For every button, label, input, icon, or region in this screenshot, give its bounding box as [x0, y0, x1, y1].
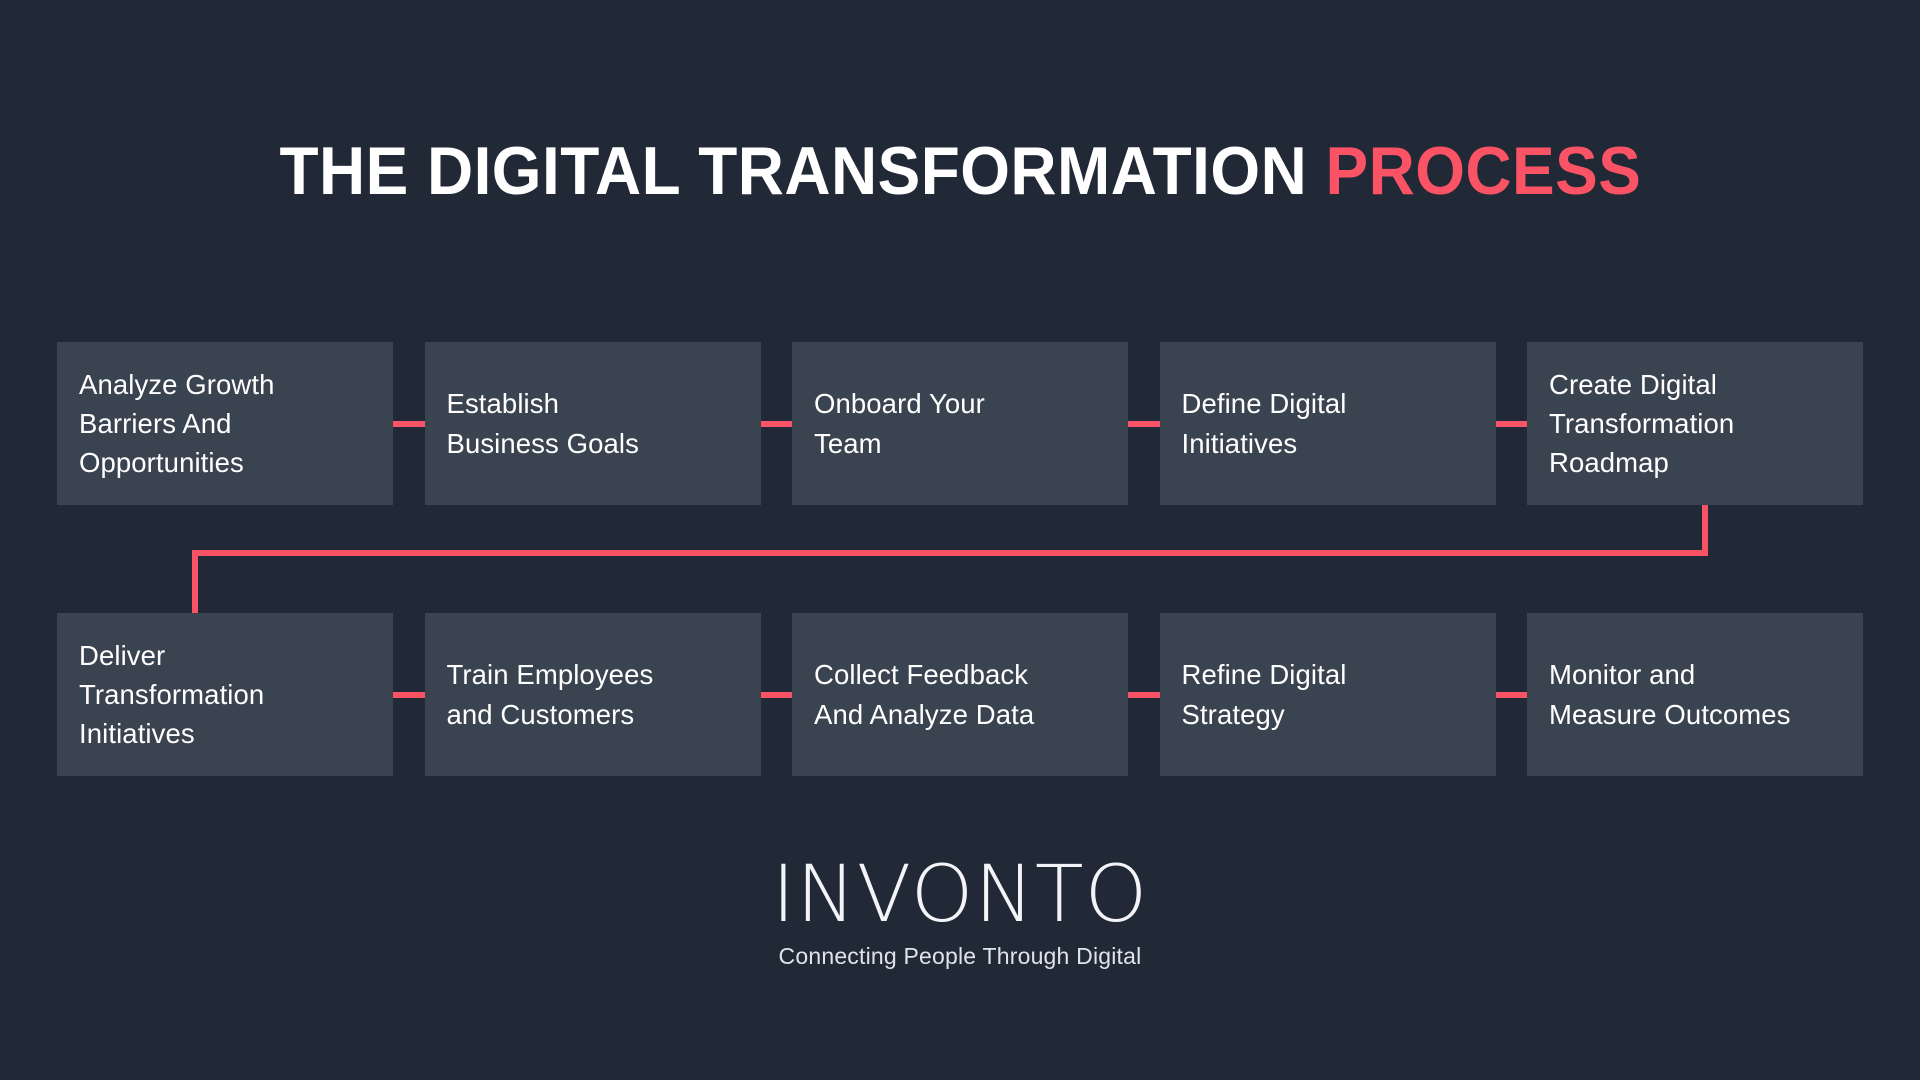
process-node-2[interactable]: Establish Business Goals — [424, 342, 798, 505]
process-node-8[interactable]: Collect Feedback And Analyze Data — [792, 613, 1165, 776]
brand-logo: INVONTO Connecting People Through Digita… — [0, 850, 1920, 970]
brand-logo-wordmark: INVONTO — [771, 850, 1149, 940]
process-node-6-label: Deliver Transformation Initiatives — [79, 639, 265, 750]
page-title-main: THE DIGITAL TRANSFORMATION — [279, 133, 1307, 209]
process-node-10[interactable]: Monitor and Measure Outcomes — [1527, 613, 1863, 776]
process-node-2-label: Establish Business Goals — [446, 388, 639, 459]
process-node-4-label: Define Digital Initiatives — [1181, 388, 1347, 459]
process-flow: Analyze Growth Barriers And Opportunitie… — [57, 342, 1863, 778]
process-node-3-label: Onboard Your Team — [814, 388, 985, 459]
process-node-9-label: Refine Digital Strategy — [1181, 659, 1347, 730]
process-node-7[interactable]: Train Employees and Customers — [424, 613, 798, 776]
process-node-9[interactable]: Refine Digital Strategy — [1159, 613, 1533, 776]
process-row-2: Deliver Transformation Initiatives Train… — [57, 613, 1863, 776]
process-node-1[interactable]: Analyze Growth Barriers And Opportunitie… — [57, 342, 430, 505]
process-row-1: Analyze Growth Barriers And Opportunitie… — [57, 342, 1863, 505]
process-node-10-label: Monitor and Measure Outcomes — [1549, 659, 1791, 730]
page-title: THE DIGITAL TRANSFORMATION PROCESS — [0, 137, 1920, 205]
process-node-7-label: Train Employees and Customers — [446, 659, 654, 730]
process-node-6[interactable]: Deliver Transformation Initiatives — [57, 613, 430, 776]
process-node-5-label: Create Digital Transformation Roadmap — [1549, 368, 1735, 479]
process-node-1-label: Analyze Growth Barriers And Opportunitie… — [79, 368, 275, 479]
brand-logo-tagline: Connecting People Through Digital — [778, 942, 1142, 969]
process-node-5[interactable]: Create Digital Transformation Roadmap — [1527, 342, 1863, 505]
page-title-accent: PROCESS — [1325, 133, 1641, 209]
page-title-text: THE DIGITAL TRANSFORMATION PROCESS — [279, 137, 1641, 205]
process-node-8-label: Collect Feedback And Analyze Data — [814, 659, 1035, 730]
process-node-4[interactable]: Define Digital Initiatives — [1159, 342, 1533, 505]
infographic-canvas: THE DIGITAL TRANSFORMATION PROCESS Analy… — [0, 0, 1920, 1080]
process-node-3[interactable]: Onboard Your Team — [792, 342, 1165, 505]
flow-wrap-connector-path — [192, 505, 1708, 613]
